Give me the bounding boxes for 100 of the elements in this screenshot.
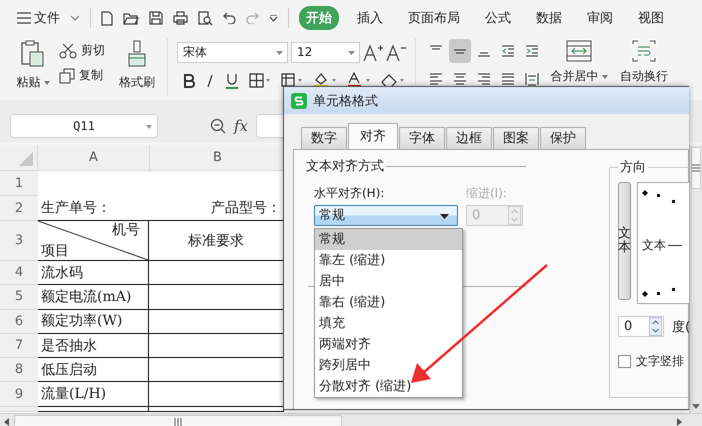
caret-icon[interactable] <box>269 14 278 22</box>
ribbon-tab[interactable]: 审阅 <box>580 6 620 30</box>
justify-align-icon[interactable] <box>500 72 516 86</box>
ribbon-tab[interactable]: 视图 <box>631 6 671 30</box>
caret-icon <box>440 214 449 219</box>
degrees-spinner[interactable]: 0 <box>618 316 664 337</box>
format-painter-button[interactable]: 格式刷 <box>119 74 155 91</box>
row-header[interactable]: 2 <box>14 200 24 216</box>
dropdown-option[interactable]: 靠右 (缩进) <box>315 292 462 313</box>
grip-icon[interactable] <box>692 164 700 172</box>
caret-icon <box>276 51 283 55</box>
clipboard-icon[interactable] <box>21 40 45 68</box>
wrap-text-button[interactable]: 自动换行 <box>620 68 668 85</box>
orientation-dial[interactable]: 文本 <box>637 182 689 304</box>
zoom-out-icon[interactable] <box>210 118 226 134</box>
scroll-down-icon[interactable] <box>692 404 700 409</box>
cut-button[interactable]: 剪切 <box>81 42 105 59</box>
app-logo-icon <box>291 92 307 108</box>
row-header[interactable]: 4 <box>14 265 24 280</box>
distributed-align-icon[interactable] <box>524 72 540 86</box>
right-align-icon[interactable] <box>476 72 492 86</box>
dropdown-option[interactable]: 靠左 (缩进) <box>315 250 462 271</box>
scroll-left-icon[interactable] <box>4 418 9 426</box>
dialog-tab[interactable]: 数字 <box>301 127 347 149</box>
new-document-icon[interactable] <box>101 10 113 26</box>
copy-icon[interactable] <box>59 68 75 84</box>
scroll-right-icon[interactable] <box>677 418 682 426</box>
function-button[interactable]: fx <box>234 117 248 135</box>
caret-icon <box>146 125 152 129</box>
align-middle-button[interactable] <box>449 39 471 63</box>
stepper-icon[interactable] <box>649 317 662 336</box>
print-icon[interactable] <box>173 11 188 25</box>
center-align-icon[interactable] <box>452 72 468 86</box>
italic-icon[interactable] <box>205 74 215 88</box>
dialog-tab[interactable]: 边框 <box>446 127 492 149</box>
dropdown-option[interactable]: 跨列居中 <box>315 355 462 376</box>
caret-icon[interactable] <box>602 74 608 78</box>
left-align-icon[interactable] <box>428 72 444 86</box>
row-header[interactable]: 5 <box>14 289 24 304</box>
dialog-tab[interactable]: 对齐 <box>348 123 398 149</box>
file-menu[interactable]: 文件 <box>34 9 60 27</box>
chevron-down-icon[interactable] <box>70 15 80 21</box>
horizontal-scrollbar[interactable] <box>0 413 702 426</box>
row-header[interactable]: 9 <box>14 386 24 402</box>
vertical-scrollbar[interactable] <box>689 145 702 413</box>
group-title: 方向 <box>619 159 647 176</box>
dropdown-option[interactable]: 两端对齐 <box>315 334 462 355</box>
font-name-field[interactable]: 宋体 <box>177 42 288 63</box>
table-cell: 是否抽水 <box>41 336 97 355</box>
save-icon[interactable] <box>149 11 163 25</box>
cell-style-icon[interactable] <box>281 73 303 88</box>
undo-icon[interactable] <box>223 12 236 24</box>
merge-cells-icon[interactable] <box>566 40 592 62</box>
row-header[interactable]: 6 <box>14 314 24 329</box>
eraser-icon[interactable] <box>381 73 405 88</box>
folder-icon[interactable] <box>123 12 139 24</box>
ribbon-tab[interactable]: 页面布局 <box>401 6 467 30</box>
dialog-title: 单元格格式 <box>313 92 378 110</box>
paste-button[interactable]: 粘贴 <box>16 74 40 91</box>
print-preview-icon[interactable] <box>198 10 213 26</box>
dropdown-option[interactable]: 分散对齐 (缩进) <box>315 376 462 397</box>
dropdown-option[interactable]: 填充 <box>315 313 462 334</box>
indent-align-icon[interactable] <box>524 44 540 58</box>
borders-icon[interactable] <box>249 73 271 88</box>
column-header[interactable]: A <box>89 150 98 165</box>
table-cell: 生产单号： <box>41 199 111 217</box>
dialog-tab[interactable]: 图案 <box>493 127 539 149</box>
checkbox[interactable] <box>618 355 631 368</box>
menu-icon[interactable] <box>17 12 31 24</box>
name-box[interactable]: Q11 <box>10 114 158 138</box>
dropdown-option[interactable]: 常规 <box>315 229 462 250</box>
dialog-tab[interactable]: 字体 <box>399 127 445 149</box>
font-size-field[interactable]: 12 <box>291 42 360 63</box>
ribbon-tab[interactable]: 插入 <box>350 6 390 30</box>
row-header[interactable]: 8 <box>14 362 24 378</box>
dialog-tab[interactable]: 保护 <box>540 127 586 149</box>
caret-icon[interactable] <box>44 80 50 84</box>
horizontal-align-select[interactable]: 常规 <box>314 205 458 226</box>
row-header[interactable]: 7 <box>14 338 24 354</box>
increase-font-icon[interactable] <box>363 44 383 62</box>
vertical-text-button[interactable]: 文本 <box>618 182 631 300</box>
scissors-icon[interactable] <box>59 42 77 58</box>
ribbon-tab[interactable]: 数据 <box>529 6 569 30</box>
underline-icon[interactable] <box>225 72 239 88</box>
decrease-font-icon[interactable] <box>386 44 406 62</box>
outdent-align-icon[interactable] <box>500 44 516 58</box>
bold-icon[interactable] <box>183 74 195 88</box>
row-header[interactable]: 3 <box>14 233 24 248</box>
field-label: 缩进(I): <box>466 185 508 202</box>
column-header[interactable]: B <box>213 150 222 165</box>
copy-button[interactable]: 复制 <box>79 67 103 84</box>
grip-icon[interactable] <box>174 418 182 426</box>
row-header[interactable]: 1 <box>14 176 24 190</box>
ribbon-tab[interactable]: 公式 <box>478 6 518 30</box>
checkbox-label[interactable]: 文字竖排 <box>636 353 684 370</box>
merge-center-button[interactable]: 合并居中 <box>550 68 598 85</box>
table-cell: 产品型号： <box>211 199 281 217</box>
dropdown-option[interactable]: 居中 <box>315 271 462 292</box>
brush-icon[interactable] <box>127 40 147 68</box>
wrap-text-icon[interactable] <box>632 40 656 62</box>
